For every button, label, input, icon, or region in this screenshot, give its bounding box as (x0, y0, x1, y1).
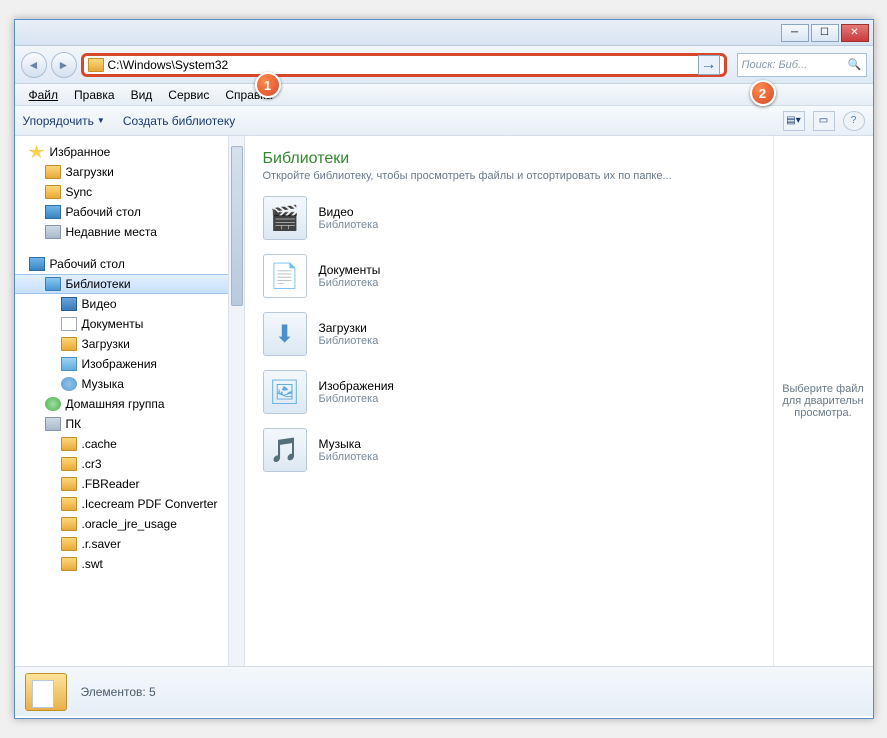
folder-icon (61, 477, 77, 491)
back-button[interactable]: ◄ (21, 52, 47, 78)
scrollbar[interactable] (228, 136, 244, 666)
organize-button[interactable]: Упорядочить▼ (23, 114, 105, 128)
folder-icon (61, 557, 77, 571)
status-text: Элементов: 5 (81, 685, 156, 699)
sidebar-pc-item[interactable]: .swt (15, 554, 244, 574)
sidebar-pc-item[interactable]: .r.saver (15, 534, 244, 554)
video-icon (61, 297, 77, 311)
callout-2: 2 (750, 80, 776, 106)
main-area: Библиотеки Откройте библиотеку, чтобы пр… (245, 136, 873, 666)
folder-icon (61, 457, 77, 471)
content-heading: Библиотеки (263, 150, 755, 168)
search-box[interactable]: Поиск: Биб... 🔍 (737, 53, 867, 77)
titlebar: ─ ☐ ✕ (15, 20, 873, 46)
library-images[interactable]: 🖼 ИзображенияБиблиотека (263, 370, 755, 414)
folder-icon (88, 58, 104, 72)
folder-icon (61, 497, 77, 511)
sidebar-video[interactable]: Видео (15, 294, 244, 314)
document-icon (61, 317, 77, 331)
sidebar-images[interactable]: Изображения (15, 354, 244, 374)
folder-icon (61, 517, 77, 531)
sidebar-desktop-root[interactable]: Рабочий стол (15, 254, 244, 274)
library-documents[interactable]: 📄 ДокументыБиблиотека (263, 254, 755, 298)
sidebar-desktop[interactable]: Рабочий стол (15, 202, 244, 222)
places-icon (45, 225, 61, 239)
desktop-icon (29, 257, 45, 271)
search-placeholder: Поиск: Биб... (742, 59, 808, 71)
scrollbar-thumb[interactable] (231, 146, 243, 306)
menu-file[interactable]: Файл (21, 86, 67, 104)
help-button[interactable]: ? (843, 111, 865, 131)
sidebar-recent[interactable]: Недавние места (15, 222, 244, 242)
close-button[interactable]: ✕ (841, 24, 869, 42)
forward-button[interactable]: ► (51, 52, 77, 78)
pc-icon (45, 417, 61, 431)
sidebar-sync[interactable]: Sync (15, 182, 244, 202)
content-pane: Библиотеки Откройте библиотеку, чтобы пр… (245, 136, 773, 666)
library-downloads[interactable]: ⬇ ЗагрузкиБиблиотека (263, 312, 755, 356)
image-icon: 🖼 (263, 370, 307, 414)
view-mode-button[interactable]: ▤▾ (783, 111, 805, 131)
go-button[interactable]: → (698, 55, 720, 75)
body: Избранное Загрузки Sync Рабочий стол Нед… (15, 136, 873, 666)
sidebar-music[interactable]: Музыка (15, 374, 244, 394)
folder-icon (61, 437, 77, 451)
sidebar-pc[interactable]: ПК (15, 414, 244, 434)
menu-edit[interactable]: Правка (66, 86, 123, 104)
sidebar-pc-item[interactable]: .Icecream PDF Converter (15, 494, 244, 514)
minimize-button[interactable]: ─ (781, 24, 809, 42)
menu-view[interactable]: Вид (123, 86, 161, 104)
search-icon: 🔍 (848, 58, 862, 71)
desktop-icon (45, 205, 61, 219)
nav-bar: ◄ ► → Поиск: Биб... 🔍 (15, 46, 873, 84)
sidebar-documents[interactable]: Документы (15, 314, 244, 334)
sidebar: Избранное Загрузки Sync Рабочий стол Нед… (15, 136, 245, 666)
menu-bar: Файл Правка Вид Сервис Справка (15, 84, 873, 106)
folder-icon (61, 337, 77, 351)
sidebar-pc-item[interactable]: .cache (15, 434, 244, 454)
folder-icon (61, 537, 77, 551)
video-icon: 🎬 (263, 196, 307, 240)
sidebar-downloads-lib[interactable]: Загрузки (15, 334, 244, 354)
toolbar: Упорядочить▼ Создать библиотеку ▤▾ ▭ ? (15, 106, 873, 136)
library-icon (45, 277, 61, 291)
library-music[interactable]: 🎵 МузыкаБиблиотека (263, 428, 755, 472)
status-bar: Элементов: 5 (15, 666, 873, 716)
document-icon: 📄 (263, 254, 307, 298)
callout-1: 1 (255, 72, 281, 98)
sidebar-pc-item[interactable]: .FBReader (15, 474, 244, 494)
maximize-button[interactable]: ☐ (811, 24, 839, 42)
sidebar-libraries[interactable]: Библиотеки (15, 274, 244, 294)
sidebar-homegroup[interactable]: Домашняя группа (15, 394, 244, 414)
create-library-button[interactable]: Создать библиотеку (123, 114, 235, 128)
address-input[interactable] (108, 58, 696, 72)
folder-icon (45, 185, 61, 199)
star-icon (29, 145, 45, 159)
status-folder-icon (25, 673, 67, 711)
sidebar-pc-item[interactable]: .oracle_jre_usage (15, 514, 244, 534)
preview-pane-button[interactable]: ▭ (813, 111, 835, 131)
address-bar: → (81, 53, 727, 77)
homegroup-icon (45, 397, 61, 411)
menu-service[interactable]: Сервис (160, 86, 217, 104)
explorer-window: ─ ☐ ✕ ◄ ► → Поиск: Биб... 🔍 1 2 Файл Пра… (14, 19, 874, 719)
image-icon (61, 357, 77, 371)
downloads-icon: ⬇ (263, 312, 307, 356)
library-video[interactable]: 🎬 ВидеоБиблиотека (263, 196, 755, 240)
content-subhead: Откройте библиотеку, чтобы просмотреть ф… (263, 170, 755, 182)
sidebar-downloads[interactable]: Загрузки (15, 162, 244, 182)
music-icon: 🎵 (263, 428, 307, 472)
sidebar-favorites[interactable]: Избранное (15, 142, 244, 162)
preview-pane: Выберите файл для дварительн просмотра. (773, 136, 873, 666)
music-icon (61, 377, 77, 391)
sidebar-pc-item[interactable]: .cr3 (15, 454, 244, 474)
folder-icon (45, 165, 61, 179)
